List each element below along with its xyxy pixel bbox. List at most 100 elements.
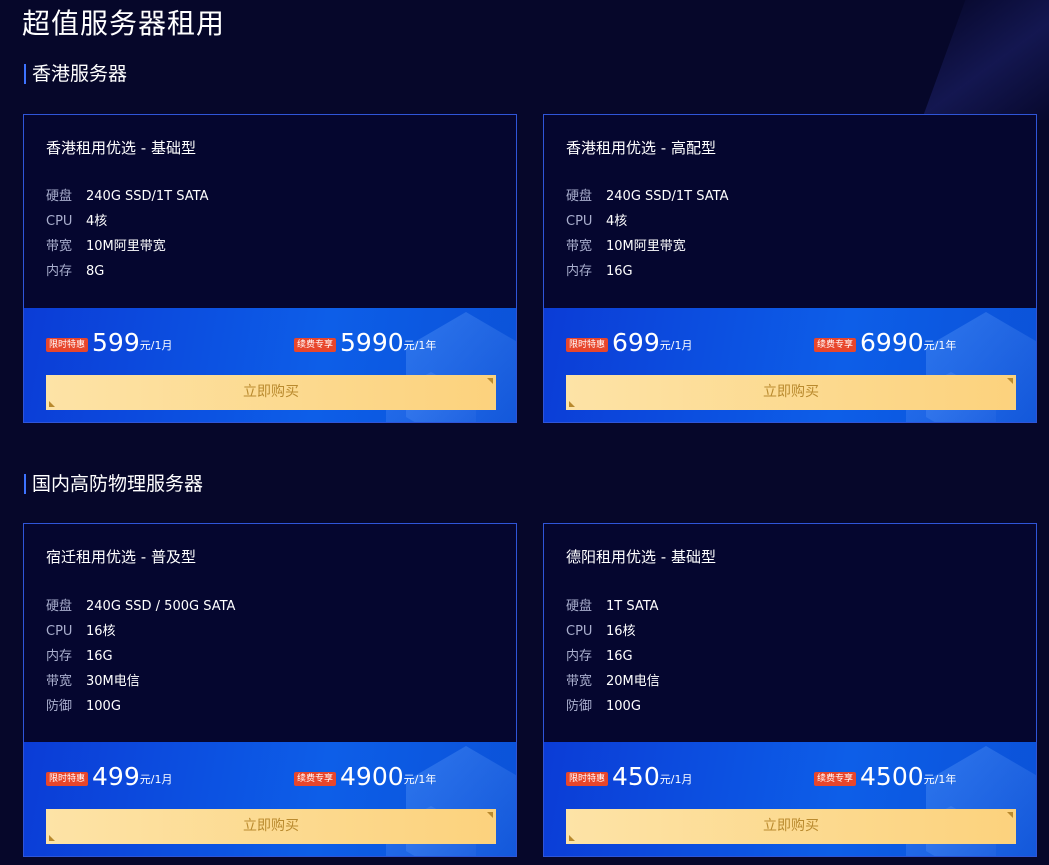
spec-value: 16G [86, 649, 113, 664]
spec-row: 防御 100G [566, 695, 641, 714]
spec-value: 10M阿里带宽 [606, 239, 686, 254]
card-title: 香港租用优选 - 高配型 [566, 139, 716, 157]
server-card: 宿迁租用优选 - 普及型 硬盘 240G SSD / 500G SATA CPU 1… [23, 523, 517, 857]
corner-decoration [487, 812, 493, 818]
card-title: 德阳租用优选 - 基础型 [566, 548, 716, 566]
buy-now-button[interactable]: 立即购买 [46, 809, 496, 844]
price-unit: 元/1年 [403, 339, 437, 352]
spec-label: CPU [566, 214, 593, 229]
corner-decoration [49, 835, 55, 841]
spec-value: 4核 [606, 214, 628, 229]
spec-value: 100G [606, 699, 641, 714]
price-area: 限时特惠 599 元/1月 续费专享 5990 元/1年 立即购买 [24, 308, 516, 422]
price-unit: 元/1月 [139, 339, 173, 352]
spec-value: 10M阿里带宽 [86, 239, 166, 254]
promo-badge: 限时特惠 [566, 338, 609, 352]
server-card: 香港租用优选 - 基础型 硬盘 240G SSD/1T SATA CPU 4核 带宽… [23, 114, 517, 423]
price-area: 限时特惠 499 元/1月 续费专享 4900 元/1年 立即购买 [24, 742, 516, 856]
background-decoration [921, 0, 1049, 120]
monthly-price: 限时特惠 699 元/1月 [566, 330, 692, 356]
corner-decoration [1007, 378, 1013, 384]
corner-decoration [487, 378, 493, 384]
spec-row: 硬盘 240G SSD/1T SATA [566, 185, 728, 204]
spec-row: 内存 8G [46, 260, 104, 279]
price-unit: 元/1月 [139, 773, 173, 786]
spec-row: CPU 16核 [46, 620, 116, 639]
spec-label: 带宽 [46, 674, 73, 689]
price-unit: 元/1月 [659, 339, 693, 352]
spec-row: 带宽 20M电信 [566, 670, 660, 689]
price-unit: 元/1年 [403, 773, 437, 786]
renewal-badge: 续费专享 [294, 772, 337, 786]
price-value: 4500 [860, 762, 924, 791]
spec-row: 防御 100G [46, 695, 121, 714]
buy-button-label: 立即购买 [763, 384, 819, 400]
promo-badge: 限时特惠 [566, 772, 609, 786]
price-value: 5990 [340, 328, 404, 357]
renewal-badge: 续费专享 [814, 338, 857, 352]
spec-row: 内存 16G [566, 260, 633, 279]
section-title-hk: 香港服务器 [24, 64, 127, 84]
spec-label: 带宽 [46, 239, 73, 254]
spec-label: 硬盘 [46, 189, 73, 204]
price-area: 限时特惠 450 元/1月 续费专享 4500 元/1年 立即购买 [544, 742, 1036, 856]
page-title: 超值服务器租用 [22, 7, 226, 40]
buy-now-button[interactable]: 立即购买 [46, 375, 496, 410]
spec-row: 硬盘 1T SATA [566, 595, 659, 614]
corner-decoration [49, 401, 55, 407]
spec-value: 4核 [86, 214, 108, 229]
server-card: 香港租用优选 - 高配型 硬盘 240G SSD/1T SATA CPU 4核 带宽… [543, 114, 1037, 423]
spec-row: 内存 16G [46, 645, 113, 664]
price-unit: 元/1月 [659, 773, 693, 786]
spec-label: CPU [46, 624, 73, 639]
spec-row: CPU 16核 [566, 620, 636, 639]
spec-label: 防御 [566, 699, 593, 714]
spec-value: 240G SSD/1T SATA [606, 189, 729, 204]
spec-label: 带宽 [566, 239, 593, 254]
section-title-domestic: 国内高防物理服务器 [24, 474, 203, 494]
buy-button-label: 立即购买 [763, 818, 819, 834]
spec-label: 防御 [46, 699, 73, 714]
price-value: 6990 [860, 328, 924, 357]
spec-label: 硬盘 [46, 599, 73, 614]
spec-row: CPU 4核 [566, 210, 627, 229]
monthly-price: 限时特惠 499 元/1月 [46, 764, 172, 790]
spec-value: 1T SATA [606, 599, 659, 614]
buy-now-button[interactable]: 立即购买 [566, 375, 1016, 410]
price-unit: 元/1年 [923, 339, 957, 352]
spec-label: 内存 [46, 649, 73, 664]
spec-value: 240G SSD/1T SATA [86, 189, 209, 204]
price-area: 限时特惠 699 元/1月 续费专享 6990 元/1年 立即购买 [544, 308, 1036, 422]
spec-row: 带宽 10M阿里带宽 [566, 235, 686, 254]
promo-badge: 限时特惠 [46, 338, 89, 352]
buy-button-label: 立即购买 [243, 818, 299, 834]
corner-decoration [1007, 812, 1013, 818]
price-value: 450 [612, 762, 660, 791]
spec-row: CPU 4核 [46, 210, 107, 229]
spec-label: CPU [46, 214, 73, 229]
yearly-price: 续费专享 4500 元/1年 [814, 764, 956, 790]
spec-value: 20M电信 [606, 674, 660, 689]
spec-row: 硬盘 240G SSD/1T SATA [46, 185, 208, 204]
spec-value: 8G [86, 264, 105, 279]
price-value: 699 [612, 328, 660, 357]
spec-value: 16G [606, 649, 633, 664]
spec-value: 100G [86, 699, 121, 714]
spec-value: 16核 [606, 624, 636, 639]
spec-value: 16G [606, 264, 633, 279]
yearly-price: 续费专享 4900 元/1年 [294, 764, 436, 790]
spec-row: 硬盘 240G SSD / 500G SATA [46, 595, 235, 614]
spec-row: 带宽 30M电信 [46, 670, 140, 689]
spec-value: 240G SSD / 500G SATA [86, 599, 236, 614]
price-value: 499 [92, 762, 140, 791]
spec-value: 16核 [86, 624, 116, 639]
renewal-badge: 续费专享 [814, 772, 857, 786]
monthly-price: 限时特惠 599 元/1月 [46, 330, 172, 356]
yearly-price: 续费专享 6990 元/1年 [814, 330, 956, 356]
spec-label: 内存 [46, 264, 73, 279]
price-value: 4900 [340, 762, 404, 791]
price-unit: 元/1年 [923, 773, 957, 786]
spec-value: 30M电信 [86, 674, 140, 689]
buy-now-button[interactable]: 立即购买 [566, 809, 1016, 844]
yearly-price: 续费专享 5990 元/1年 [294, 330, 436, 356]
